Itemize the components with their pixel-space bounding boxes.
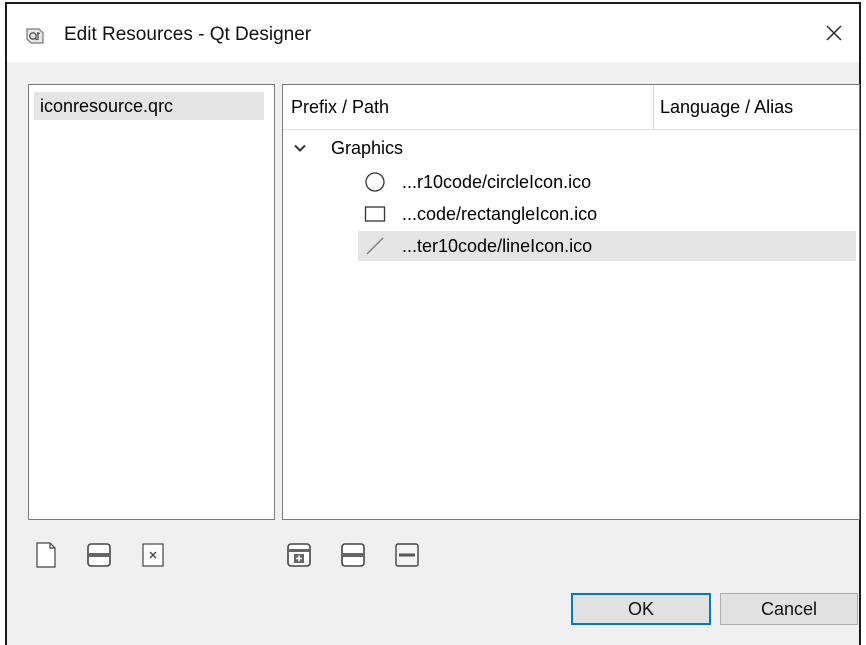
add-files-button[interactable] — [339, 541, 367, 569]
resource-tree[interactable]: Prefix / Path Language / Alias Graphics … — [282, 84, 860, 520]
prefix-label: Graphics — [331, 138, 404, 158]
file-path-label: ...r10code/circleIcon.ico — [402, 172, 592, 192]
circle-icon — [365, 172, 385, 192]
resource-file-list[interactable]: iconresource.qrc — [28, 84, 275, 520]
qt-designer-app-icon — [26, 28, 44, 44]
edit-resources-dialog: Edit Resources - Qt Designer iconresourc… — [5, 2, 861, 645]
add-prefix-button[interactable] — [285, 541, 313, 569]
add-files-icon — [341, 543, 365, 567]
title-bar: Edit Resources - Qt Designer — [7, 4, 859, 62]
open-file-button[interactable] — [85, 541, 113, 569]
line-icon — [366, 237, 384, 255]
tree-file-row[interactable]: ...r10code/circleIcon.ico — [358, 167, 856, 197]
remove-file-button[interactable] — [139, 541, 167, 569]
tree-file-row-selected[interactable]: ...ter10code/lineIcon.ico — [358, 231, 856, 261]
resource-file-item[interactable]: iconresource.qrc — [34, 92, 264, 120]
column-header-prefix-path[interactable]: Prefix / Path — [283, 85, 653, 129]
new-file-button[interactable] — [32, 541, 60, 569]
close-icon — [826, 25, 842, 41]
chevron-down-icon[interactable] — [293, 141, 307, 155]
file-path-label: ...ter10code/lineIcon.ico — [402, 236, 593, 256]
ok-button[interactable]: OK — [571, 593, 711, 625]
cancel-button[interactable]: Cancel — [720, 593, 858, 625]
open-file-icon — [87, 543, 111, 567]
remove-icon — [395, 543, 419, 567]
file-path-label: ...code/rectangleIcon.ico — [402, 204, 598, 224]
new-file-icon — [36, 542, 56, 568]
tree-file-row[interactable]: ...code/rectangleIcon.ico — [358, 199, 856, 229]
prefix-row[interactable]: Graphics — [291, 133, 851, 163]
remove-button[interactable] — [393, 541, 421, 569]
add-prefix-icon — [287, 543, 311, 567]
window-title: Edit Resources - Qt Designer — [64, 24, 312, 45]
rectangle-icon — [364, 206, 386, 222]
remove-file-icon — [142, 543, 164, 567]
column-header-language-alias[interactable]: Language / Alias — [653, 85, 860, 129]
tree-header: Prefix / Path Language / Alias — [283, 85, 859, 130]
close-button[interactable] — [809, 4, 859, 62]
